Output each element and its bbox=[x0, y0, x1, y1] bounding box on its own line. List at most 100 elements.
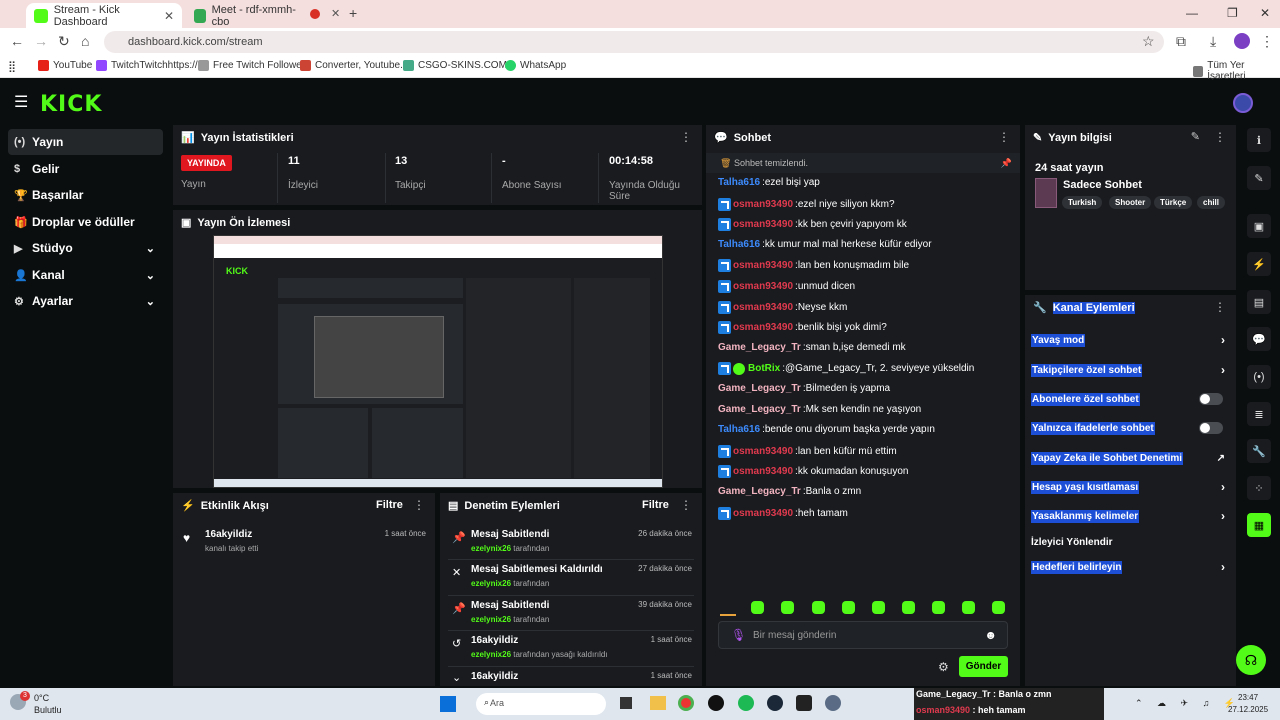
sidebar-item-yayin[interactable]: (•) Yayın bbox=[8, 129, 163, 155]
close-icon[interactable]: ✕ bbox=[164, 9, 174, 23]
edit-icon[interactable]: ✎ bbox=[1191, 130, 1200, 143]
chat-username[interactable]: BotRix bbox=[748, 363, 780, 374]
settings-icon[interactable] bbox=[825, 695, 841, 711]
chrome-icon[interactable] bbox=[678, 695, 694, 711]
emote-icon[interactable] bbox=[992, 601, 1005, 614]
minimize-icon[interactable]: — bbox=[1186, 6, 1198, 20]
emote-icon[interactable] bbox=[842, 601, 855, 614]
chat-username[interactable]: Game_Legacy_Tr bbox=[718, 342, 801, 353]
microphone-icon[interactable]: 🎙 bbox=[731, 628, 746, 642]
wrench-icon[interactable]: 🔧 bbox=[1247, 439, 1271, 463]
close-window-icon[interactable]: ✕ bbox=[1260, 6, 1270, 20]
chat-username[interactable]: Game_Legacy_Tr bbox=[718, 383, 801, 394]
emote-icon[interactable] bbox=[781, 601, 794, 614]
setting-goals[interactable]: Hedefleri belirleyin › bbox=[1031, 559, 1231, 575]
start-icon[interactable] bbox=[440, 696, 456, 712]
info-icon[interactable]: ℹ bbox=[1247, 128, 1271, 152]
chat-message[interactable]: Talha616: kk umur mal mal herkese küfür … bbox=[718, 239, 932, 250]
kick-logo[interactable]: KICK bbox=[40, 92, 102, 117]
chat-username[interactable]: Talha616 bbox=[718, 177, 760, 188]
hamburger-menu-icon[interactable]: ☰ bbox=[14, 92, 28, 112]
layers-icon[interactable]: ≣ bbox=[1247, 402, 1271, 426]
extensions-icon[interactable]: ⧉ bbox=[1176, 33, 1186, 50]
user-avatar[interactable] bbox=[1233, 93, 1253, 113]
chat-message[interactable]: osman93490: heh tamam bbox=[718, 506, 848, 520]
tab-recording-icon[interactable] bbox=[310, 9, 320, 19]
chat-message[interactable]: Game_Legacy_Tr: Banla o zmn bbox=[718, 486, 861, 497]
apps-grid-icon[interactable]: ⣿ bbox=[8, 60, 16, 73]
chat-username[interactable]: Game_Legacy_Tr bbox=[718, 486, 801, 497]
pencil-icon[interactable]: ✎ bbox=[1247, 166, 1271, 190]
bookmark-free-twitch[interactable]: Free Twitch Followe... bbox=[198, 60, 310, 71]
chat-username[interactable]: osman93490 bbox=[733, 260, 793, 271]
maximize-icon[interactable]: ❐ bbox=[1227, 6, 1238, 20]
home-icon[interactable]: ⌂ bbox=[81, 33, 89, 49]
toggle-switch[interactable] bbox=[1199, 422, 1223, 434]
setting-emotes-only[interactable]: Yalnızca ifadelerle sohbet bbox=[1031, 420, 1231, 436]
back-icon[interactable]: ← bbox=[10, 33, 24, 49]
steam-icon[interactable] bbox=[767, 695, 783, 711]
preview-icon[interactable]: ▣ bbox=[1247, 214, 1271, 238]
chat-username[interactable]: Talha616 bbox=[718, 424, 760, 435]
emote-icon[interactable] bbox=[751, 601, 764, 614]
emote-icon[interactable] bbox=[812, 601, 825, 614]
add-widget-icon[interactable]: ▦ bbox=[1247, 513, 1271, 537]
chat-username[interactable]: osman93490 bbox=[733, 302, 793, 313]
chat-message[interactable]: osman93490: kk ben çeviri yapıyom kk bbox=[718, 218, 907, 232]
emote-icon[interactable] bbox=[902, 601, 915, 614]
menu-icon[interactable]: ⋮ bbox=[1260, 33, 1274, 50]
tab-kick[interactable]: Stream - Kick Dashboard ✕ bbox=[26, 3, 182, 28]
chat-username[interactable]: osman93490 bbox=[733, 508, 793, 519]
bookmark-csgo[interactable]: CSGO-SKINS.COM bbox=[403, 60, 507, 71]
sidebar-item-studyo[interactable]: ▶ Stüdyo ⌄ bbox=[8, 235, 163, 261]
chat-message[interactable]: osman93490: kk okumadan konuşuyon bbox=[718, 465, 908, 479]
tray-icons[interactable]: ⌃ ☁ ✈ ♫ ⚡ bbox=[1135, 698, 1241, 709]
setting-followers-only[interactable]: Takipçilere özel sohbet › bbox=[1031, 362, 1231, 378]
chat-message[interactable]: osman93490: unmud dicen bbox=[718, 280, 855, 293]
taskbar-search[interactable]: ⌕ Ara bbox=[476, 693, 606, 715]
broadcast-icon[interactable]: (•) bbox=[1247, 365, 1271, 389]
new-tab-icon[interactable]: + bbox=[349, 5, 357, 21]
chat-settings-gear-icon[interactable]: ⚙ bbox=[938, 660, 949, 674]
chat-username[interactable]: osman93490 bbox=[733, 446, 793, 457]
sidebar-item-kanal[interactable]: 👤 Kanal ⌄ bbox=[8, 262, 163, 288]
chat-message[interactable]: osman93490: benlik bişi yok dimi? bbox=[718, 321, 887, 335]
more-icon[interactable]: ⋮ bbox=[680, 498, 692, 512]
chat-message[interactable]: osman93490: ezel niye siliyon kkm? bbox=[718, 197, 895, 211]
setting-raid[interactable]: İzleyici Yönlendir bbox=[1031, 534, 1231, 550]
chat-message[interactable]: Game_Legacy_Tr: Mk sen kendin ne yaşıyon bbox=[718, 404, 921, 415]
bookmark-twitch[interactable]: TwitchTwitchhttps://... bbox=[96, 60, 206, 71]
help-chat-button[interactable]: ☊ bbox=[1236, 645, 1266, 675]
chat-message[interactable]: osman93490: Neyse kkm bbox=[718, 300, 847, 314]
setting-banned-words[interactable]: Yasaklanmış kelimeler › bbox=[1031, 508, 1231, 524]
chat-message[interactable]: osman93490: lan ben konuşmadım bile bbox=[718, 259, 909, 273]
dots-icon[interactable]: ⁘ bbox=[1247, 476, 1271, 500]
stream-preview-video[interactable]: KICK bbox=[213, 235, 663, 488]
chat-message[interactable]: Game_Legacy_Tr: sman b,işe demedi mk bbox=[718, 342, 906, 353]
bookmark-converter[interactable]: Converter, Youtube... bbox=[300, 60, 408, 71]
sidebar-item-ayarlar[interactable]: ⚙ Ayarlar ⌄ bbox=[8, 288, 163, 314]
emote-icon[interactable] bbox=[932, 601, 945, 614]
profile-avatar[interactable] bbox=[1234, 33, 1250, 49]
chat-username[interactable]: Talha616 bbox=[718, 239, 760, 250]
more-icon[interactable]: ⋮ bbox=[1214, 130, 1226, 144]
chat-username[interactable]: osman93490 bbox=[733, 281, 793, 292]
spotify-icon[interactable] bbox=[738, 695, 754, 711]
chat-message[interactable]: BotRix: @Game_Legacy_Tr, 2. seviyeye yük… bbox=[718, 362, 974, 376]
filter-button[interactable]: Filtre bbox=[376, 499, 403, 511]
reload-icon[interactable]: ↻ bbox=[58, 33, 70, 50]
bookmark-youtube[interactable]: YouTube bbox=[38, 60, 92, 71]
setting-slow-mode[interactable]: Yavaş mod › bbox=[1031, 332, 1231, 348]
setting-account-age[interactable]: Hesap yaşı kısıtlaması › bbox=[1031, 479, 1231, 495]
chat-input-box[interactable]: 🎙 Bir mesaj gönderin ☻ bbox=[718, 621, 1008, 649]
chat-message[interactable]: Talha616: ezel bişi yap bbox=[718, 177, 820, 188]
obs-icon[interactable] bbox=[796, 695, 812, 711]
more-icon[interactable]: ⋮ bbox=[680, 130, 692, 144]
lightning-icon[interactable]: ⚡ bbox=[1247, 252, 1271, 276]
task-view-icon[interactable] bbox=[620, 697, 632, 709]
chat-icon[interactable]: 💬 bbox=[1247, 327, 1271, 351]
setting-subscribers-only[interactable]: Abonelere özel sohbet bbox=[1031, 391, 1231, 407]
chat-message[interactable]: Talha616: bende onu diyorum başka yerde … bbox=[718, 424, 935, 435]
emoji-icon[interactable]: ☻ bbox=[984, 628, 997, 642]
chat-username[interactable]: osman93490 bbox=[733, 199, 793, 210]
